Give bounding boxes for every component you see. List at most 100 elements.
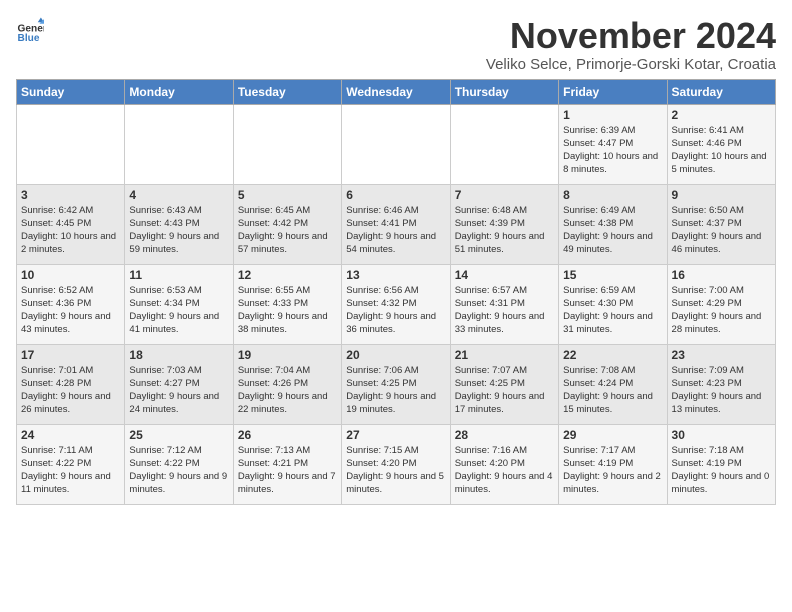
table-row: 13 Sunrise: 6:56 AM Sunset: 4:32 PM Dayli…: [342, 264, 450, 344]
day-info: Sunrise: 6:56 AM Sunset: 4:32 PM Dayligh…: [346, 284, 445, 337]
table-row: [342, 104, 450, 184]
table-row: 9 Sunrise: 6:50 AM Sunset: 4:37 PM Daylig…: [667, 184, 775, 264]
day-number: 4: [129, 188, 228, 202]
table-row: 28Sunrise: 7:16 AM Sunset: 4:20 PM Dayli…: [450, 424, 558, 504]
table-row: 11 Sunrise: 6:53 AM Sunset: 4:34 PM Dayli…: [125, 264, 233, 344]
table-row: 3 Sunrise: 6:42 AM Sunset: 4:45 PM Daylig…: [17, 184, 125, 264]
day-info: Sunrise: 7:17 AM Sunset: 4:19 PM Dayligh…: [563, 444, 662, 497]
day-info: Sunrise: 6:49 AM Sunset: 4:38 PM Dayligh…: [563, 204, 662, 257]
table-row: 16 Sunrise: 7:00 AM Sunset: 4:29 PM Dayli…: [667, 264, 775, 344]
day-info: Sunrise: 6:39 AM Sunset: 4:47 PM Dayligh…: [563, 124, 662, 177]
header: General Blue November 2024 Veliko Selce,…: [16, 16, 776, 73]
calendar-week-row: 24 Sunrise: 7:11 AM Sunset: 4:22 PM Dayli…: [17, 424, 776, 504]
header-friday: Friday: [559, 79, 667, 104]
table-row: 30 Sunrise: 7:18 AM Sunset: 4:19 PM Dayli…: [667, 424, 775, 504]
day-number: 27: [346, 428, 445, 442]
table-row: 8 Sunrise: 6:49 AM Sunset: 4:38 PM Daylig…: [559, 184, 667, 264]
day-number: 21: [455, 348, 554, 362]
location-title: Veliko Selce, Primorje-Gorski Kotar, Cro…: [486, 56, 776, 73]
day-number: 29: [563, 428, 662, 442]
day-info: Sunrise: 6:41 AM Sunset: 4:46 PM Dayligh…: [672, 124, 771, 177]
svg-text:Blue: Blue: [18, 33, 40, 44]
day-number: 12: [238, 268, 337, 282]
day-number: 2: [672, 108, 771, 122]
day-number: 24: [21, 428, 120, 442]
table-row: 12 Sunrise: 6:55 AM Sunset: 4:33 PM Dayli…: [233, 264, 341, 344]
table-row: [233, 104, 341, 184]
day-number: 25: [129, 428, 228, 442]
table-row: 21Sunrise: 7:07 AM Sunset: 4:25 PM Dayli…: [450, 344, 558, 424]
day-number: 8: [563, 188, 662, 202]
calendar-header-row: Sunday Monday Tuesday Wednesday Thursday…: [17, 79, 776, 104]
day-info: Sunrise: 7:06 AM Sunset: 4:25 PM Dayligh…: [346, 364, 445, 417]
header-monday: Monday: [125, 79, 233, 104]
calendar-week-row: 10 Sunrise: 6:52 AM Sunset: 4:36 PM Dayli…: [17, 264, 776, 344]
day-info: Sunrise: 6:48 AM Sunset: 4:39 PM Dayligh…: [455, 204, 554, 257]
day-number: 5: [238, 188, 337, 202]
day-info: Sunrise: 7:12 AM Sunset: 4:22 PM Dayligh…: [129, 444, 228, 497]
main-container: General Blue November 2024 Veliko Selce,…: [0, 0, 792, 515]
header-thursday: Thursday: [450, 79, 558, 104]
day-number: 14: [455, 268, 554, 282]
table-row: 27 Sunrise: 7:15 AM Sunset: 4:20 PM Dayli…: [342, 424, 450, 504]
header-saturday: Saturday: [667, 79, 775, 104]
header-sunday: Sunday: [17, 79, 125, 104]
logo: General Blue: [16, 16, 44, 44]
table-row: 23Sunrise: 7:09 AM Sunset: 4:23 PM Dayli…: [667, 344, 775, 424]
day-info: Sunrise: 7:08 AM Sunset: 4:24 PM Dayligh…: [563, 364, 662, 417]
day-number: 16: [672, 268, 771, 282]
day-info: Sunrise: 6:45 AM Sunset: 4:42 PM Dayligh…: [238, 204, 337, 257]
table-row: 22 Sunrise: 7:08 AM Sunset: 4:24 PM Dayli…: [559, 344, 667, 424]
table-row: 6Sunrise: 6:46 AM Sunset: 4:41 PM Daylig…: [342, 184, 450, 264]
day-number: 23: [672, 348, 771, 362]
day-number: 20: [346, 348, 445, 362]
table-row: [17, 104, 125, 184]
day-number: 1: [563, 108, 662, 122]
day-number: 3: [21, 188, 120, 202]
day-number: 19: [238, 348, 337, 362]
day-info: Sunrise: 7:15 AM Sunset: 4:20 PM Dayligh…: [346, 444, 445, 497]
day-number: 18: [129, 348, 228, 362]
day-info: Sunrise: 7:13 AM Sunset: 4:21 PM Dayligh…: [238, 444, 337, 497]
table-row: 2 Sunrise: 6:41 AM Sunset: 4:46 PM Daylig…: [667, 104, 775, 184]
day-number: 7: [455, 188, 554, 202]
table-row: 29 Sunrise: 7:17 AM Sunset: 4:19 PM Dayli…: [559, 424, 667, 504]
day-info: Sunrise: 6:42 AM Sunset: 4:45 PM Dayligh…: [21, 204, 120, 257]
day-info: Sunrise: 7:01 AM Sunset: 4:28 PM Dayligh…: [21, 364, 120, 417]
day-number: 11: [129, 268, 228, 282]
day-info: Sunrise: 7:00 AM Sunset: 4:29 PM Dayligh…: [672, 284, 771, 337]
table-row: 18Sunrise: 7:03 AM Sunset: 4:27 PM Dayli…: [125, 344, 233, 424]
day-number: 28: [455, 428, 554, 442]
calendar-table: Sunday Monday Tuesday Wednesday Thursday…: [16, 79, 776, 505]
table-row: 24 Sunrise: 7:11 AM Sunset: 4:22 PM Dayli…: [17, 424, 125, 504]
day-info: Sunrise: 6:59 AM Sunset: 4:30 PM Dayligh…: [563, 284, 662, 337]
day-info: Sunrise: 7:11 AM Sunset: 4:22 PM Dayligh…: [21, 444, 120, 497]
day-info: Sunrise: 7:04 AM Sunset: 4:26 PM Dayligh…: [238, 364, 337, 417]
table-row: 20 Sunrise: 7:06 AM Sunset: 4:25 PM Dayli…: [342, 344, 450, 424]
day-info: Sunrise: 6:46 AM Sunset: 4:41 PM Dayligh…: [346, 204, 445, 257]
calendar-week-row: 17 Sunrise: 7:01 AM Sunset: 4:28 PM Dayli…: [17, 344, 776, 424]
calendar-week-row: 1 Sunrise: 6:39 AM Sunset: 4:47 PM Daylig…: [17, 104, 776, 184]
table-row: 15 Sunrise: 6:59 AM Sunset: 4:30 PM Dayli…: [559, 264, 667, 344]
day-info: Sunrise: 7:18 AM Sunset: 4:19 PM Dayligh…: [672, 444, 771, 497]
table-row: [450, 104, 558, 184]
day-number: 13: [346, 268, 445, 282]
day-number: 26: [238, 428, 337, 442]
day-number: 22: [563, 348, 662, 362]
day-info: Sunrise: 6:55 AM Sunset: 4:33 PM Dayligh…: [238, 284, 337, 337]
table-row: 17 Sunrise: 7:01 AM Sunset: 4:28 PM Dayli…: [17, 344, 125, 424]
day-info: Sunrise: 6:53 AM Sunset: 4:34 PM Dayligh…: [129, 284, 228, 337]
table-row: 14Sunrise: 6:57 AM Sunset: 4:31 PM Dayli…: [450, 264, 558, 344]
logo-icon: General Blue: [16, 16, 44, 44]
day-number: 10: [21, 268, 120, 282]
day-number: 9: [672, 188, 771, 202]
day-info: Sunrise: 6:50 AM Sunset: 4:37 PM Dayligh…: [672, 204, 771, 257]
day-info: Sunrise: 6:52 AM Sunset: 4:36 PM Dayligh…: [21, 284, 120, 337]
day-number: 30: [672, 428, 771, 442]
day-number: 17: [21, 348, 120, 362]
day-number: 15: [563, 268, 662, 282]
table-row: 4 Sunrise: 6:43 AM Sunset: 4:43 PM Daylig…: [125, 184, 233, 264]
table-row: 5 Sunrise: 6:45 AM Sunset: 4:42 PM Daylig…: [233, 184, 341, 264]
day-info: Sunrise: 6:43 AM Sunset: 4:43 PM Dayligh…: [129, 204, 228, 257]
table-row: 1 Sunrise: 6:39 AM Sunset: 4:47 PM Daylig…: [559, 104, 667, 184]
